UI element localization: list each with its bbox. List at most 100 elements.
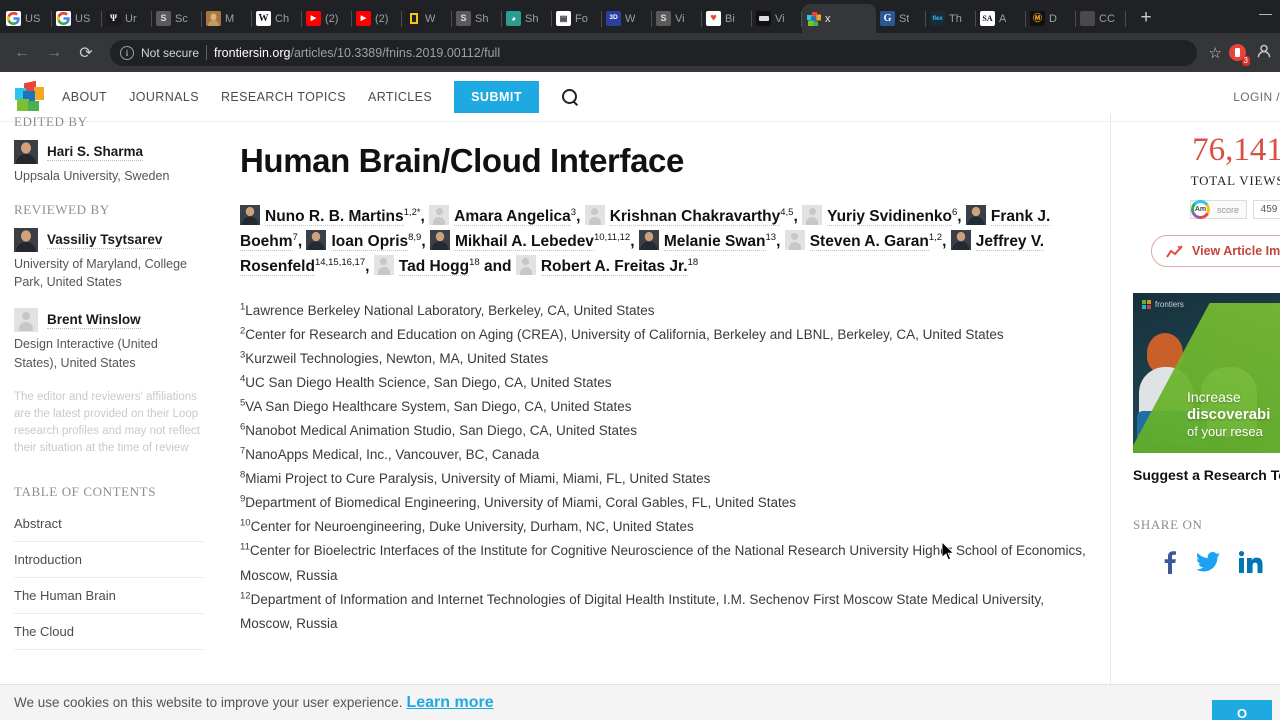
search-icon[interactable] [561, 88, 579, 106]
frontiers-logo-icon[interactable] [14, 80, 44, 112]
suggest-research-topic-link[interactable]: Suggest a Research To [1133, 467, 1280, 483]
submit-button[interactable]: SUBMIT [454, 80, 539, 113]
nav-item-journals[interactable]: JOURNALS [129, 90, 199, 104]
person-affiliation: Design Interactive (United States), Unit… [14, 337, 158, 370]
affiliation-item: 11Center for Bioelectric Interfaces of t… [240, 539, 1086, 587]
author-name[interactable]: Melanie Swan [663, 233, 766, 252]
author-separator: , [942, 233, 951, 251]
total-views-value: 76,141 [1192, 132, 1280, 168]
nav-item-research-topics[interactable]: RESEARCH TOPICS [221, 90, 346, 104]
author-avatar [429, 205, 450, 225]
linkedin-icon[interactable] [1239, 549, 1263, 575]
tab-label: W [625, 12, 636, 25]
back-button[interactable]: ← [8, 39, 36, 67]
author-avatar [784, 230, 805, 251]
sciencedirect-icon: S [456, 11, 471, 26]
browser-tab[interactable]: 3D W [602, 4, 652, 33]
avatar [14, 308, 38, 333]
browser-tab[interactable]: x [802, 4, 876, 33]
author-name[interactable]: Steven A. Garan [809, 233, 929, 252]
author-list: Nuno R. B. Martins1,2*, Amara Angelica3,… [240, 204, 1086, 279]
browser-tab[interactable]: S Sc [152, 4, 202, 33]
toc-item[interactable]: The Cloud [14, 614, 204, 650]
browser-tab[interactable]: ▶ (2) [352, 4, 402, 33]
main-column: Human Brain/Cloud Interface Nuno R. B. M… [222, 114, 1110, 712]
promo-banner[interactable]: frontiers Increase discoverabi of your r… [1133, 293, 1280, 453]
browser-tab[interactable]: Vi [752, 4, 802, 33]
tab-label: Sh [475, 12, 489, 25]
browser-tab[interactable]: ▶ (2) [302, 4, 352, 33]
author-name[interactable]: Nuno R. B. Martins [265, 208, 404, 226]
browser-tab[interactable]: W Ch [252, 4, 302, 33]
browser-tab[interactable]: W [402, 4, 452, 33]
author-avatar [965, 205, 986, 225]
author-affiliation-marker: 1,2 [928, 231, 943, 243]
altmetric-score-badge[interactable]: score [1189, 200, 1247, 219]
altmetric-badge[interactable]: score 459 [1159, 200, 1280, 219]
youtube-icon: ▶ [356, 11, 371, 26]
author-affiliation-marker: 18 [687, 257, 699, 269]
browser-tab[interactable]: Ψ Ur [102, 4, 152, 33]
toc-item[interactable]: Introduction [14, 542, 204, 578]
promo-line-3: of your resea [1187, 423, 1263, 439]
person-name[interactable]: Hari S. Sharma [47, 144, 144, 161]
login-link[interactable]: LOGIN / [1233, 90, 1280, 104]
browser-tab[interactable]: SA A [976, 4, 1026, 33]
forward-button[interactable]: → [40, 39, 68, 67]
browser-tab[interactable]: S Vi [652, 4, 702, 33]
person-name[interactable]: Vassiliy Tsytsarev [47, 232, 163, 249]
heart-icon: ♥ [706, 11, 721, 26]
toc-item[interactable]: Abstract [14, 506, 204, 542]
affiliation-item: 6Nanobot Medical Animation Studio, San D… [240, 419, 1086, 443]
address-bar[interactable]: i Not secure frontiersin.org/articles/10… [110, 39, 1197, 66]
cookie-learn-more-link[interactable]: Learn more [406, 694, 493, 712]
bookmark-star-icon[interactable]: ☆ [1209, 44, 1222, 62]
browser-tab[interactable]: ▤ Fo [552, 4, 602, 33]
author-name[interactable]: Krishnan Chakravarthy [609, 208, 781, 226]
author-name[interactable]: Ioan Opris [331, 233, 409, 252]
author-name[interactable]: Yuriy Svidinenko [827, 208, 952, 226]
facebook-icon[interactable] [1163, 549, 1177, 575]
tab-label: Fo [575, 12, 588, 25]
affiliation-item: 3Kurzweil Technologies, Newton, MA, Unit… [240, 347, 1086, 371]
affiliation-item: 8Miami Project to Cure Paralysis, Univer… [240, 467, 1086, 491]
browser-tab[interactable]: G St [876, 4, 926, 33]
frontiers-icon [806, 11, 821, 26]
person-name[interactable]: Brent Winslow [47, 312, 141, 329]
browser-tab[interactable]: M [202, 4, 252, 33]
author-name[interactable]: Robert A. Freitas Jr. [540, 258, 688, 277]
browser-tab[interactable]: flex Th [926, 4, 976, 33]
university-icon: Ψ [106, 11, 121, 26]
tab-label: US [75, 12, 91, 25]
author-name[interactable]: Amara Angelica [454, 208, 571, 226]
browser-tab[interactable]: ◕ Sh [502, 4, 552, 33]
extension-icon[interactable]: 3 [1226, 42, 1250, 66]
browser-tab[interactable]: Ⓜ D [1026, 4, 1076, 33]
minimize-button[interactable]: — [1259, 6, 1272, 21]
author-name[interactable]: Tad Hogg [398, 258, 470, 277]
toc-item[interactable]: The Human Brain [14, 578, 204, 614]
reload-button[interactable]: ⟳ [72, 39, 100, 67]
author-affiliation-marker: 18 [469, 257, 480, 269]
new-tab-button[interactable]: + [1132, 4, 1160, 32]
tab-label: (2) [375, 12, 389, 25]
profile-avatar-icon[interactable] [1256, 43, 1272, 63]
not-secure-info-icon[interactable]: i [120, 45, 134, 60]
tab-label: Bi [725, 12, 735, 25]
editors-list: Hari S. Sharma Uppsala University, Sweden [14, 140, 204, 185]
view-article-impact-button[interactable]: View Article Imp [1151, 235, 1280, 267]
cookie-ok-button[interactable]: O [1212, 700, 1272, 720]
browser-tab[interactable]: CC [1076, 4, 1126, 33]
browser-tab[interactable]: US [52, 4, 102, 33]
browser-tab[interactable]: US [2, 4, 52, 33]
author-name[interactable]: Mikhail A. Lebedev [454, 233, 594, 252]
tab-label: Sc [175, 12, 188, 25]
cookie-banner: We use cookies on this website to improv… [0, 684, 1280, 720]
browser-tab[interactable]: ♥ Bi [702, 4, 752, 33]
nav-item-about[interactable]: ABOUT [62, 90, 107, 104]
browser-tab[interactable]: S Sh [452, 4, 502, 33]
tab-label: Sh [525, 12, 539, 25]
nav-item-articles[interactable]: ARTICLES [368, 90, 432, 104]
author-avatar [515, 255, 536, 276]
twitter-icon[interactable] [1196, 549, 1220, 575]
